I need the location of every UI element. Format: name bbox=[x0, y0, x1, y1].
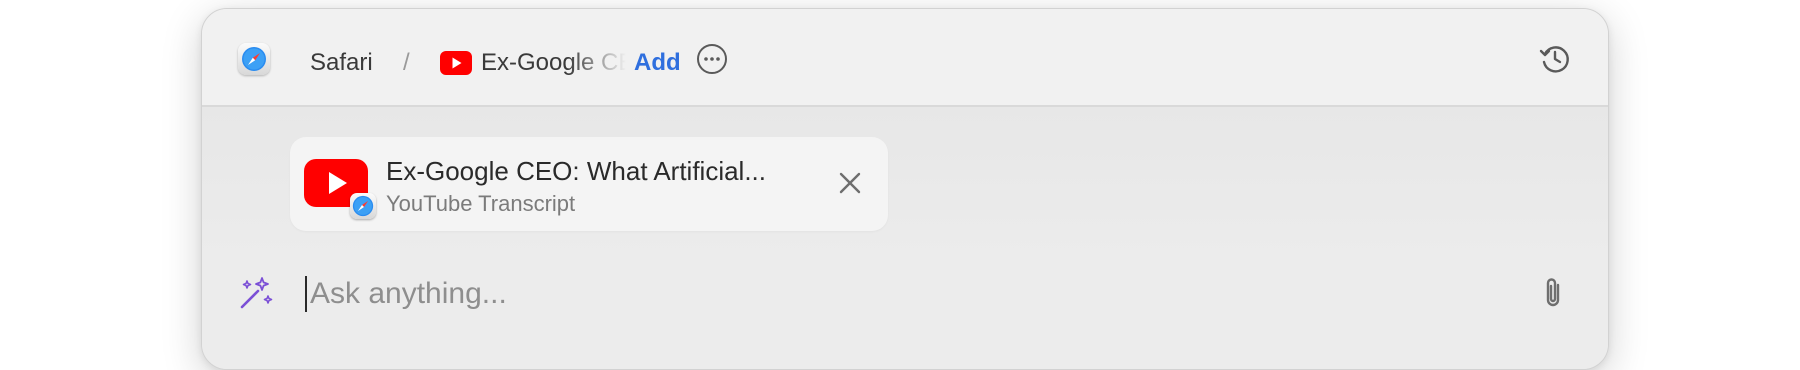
youtube-icon bbox=[440, 51, 472, 75]
paperclip-icon[interactable] bbox=[1538, 275, 1568, 311]
safari-icon bbox=[238, 43, 270, 75]
close-icon[interactable] bbox=[838, 171, 862, 195]
text-caret bbox=[305, 276, 307, 312]
breadcrumb-page-title[interactable]: Ex-Google CEO: What Artificial... bbox=[481, 49, 626, 77]
assistant-panel: Safari / Ex-Google CEO: What Artificial.… bbox=[201, 8, 1609, 370]
breadcrumb-app-name[interactable]: Safari bbox=[310, 49, 373, 77]
more-ellipsis-icon[interactable] bbox=[696, 43, 728, 75]
composer-area: Ex-Google CEO: What Artificial... YouTub… bbox=[202, 107, 1608, 369]
history-clock-icon[interactable] bbox=[1538, 42, 1572, 76]
ask-input[interactable] bbox=[310, 273, 1310, 315]
context-chip-subtitle: YouTube Transcript bbox=[386, 191, 576, 216]
context-chip-title: Ex-Google CEO: What Artificial... bbox=[386, 156, 767, 186]
add-button[interactable]: Add bbox=[634, 49, 681, 77]
breadcrumb-separator: / bbox=[403, 49, 410, 76]
header-bar: Safari / Ex-Google CEO: What Artificial.… bbox=[202, 9, 1608, 107]
safari-badge-icon bbox=[350, 193, 376, 219]
context-chip[interactable]: Ex-Google CEO: What Artificial... YouTub… bbox=[290, 137, 888, 231]
magic-wand-icon[interactable] bbox=[238, 275, 274, 311]
